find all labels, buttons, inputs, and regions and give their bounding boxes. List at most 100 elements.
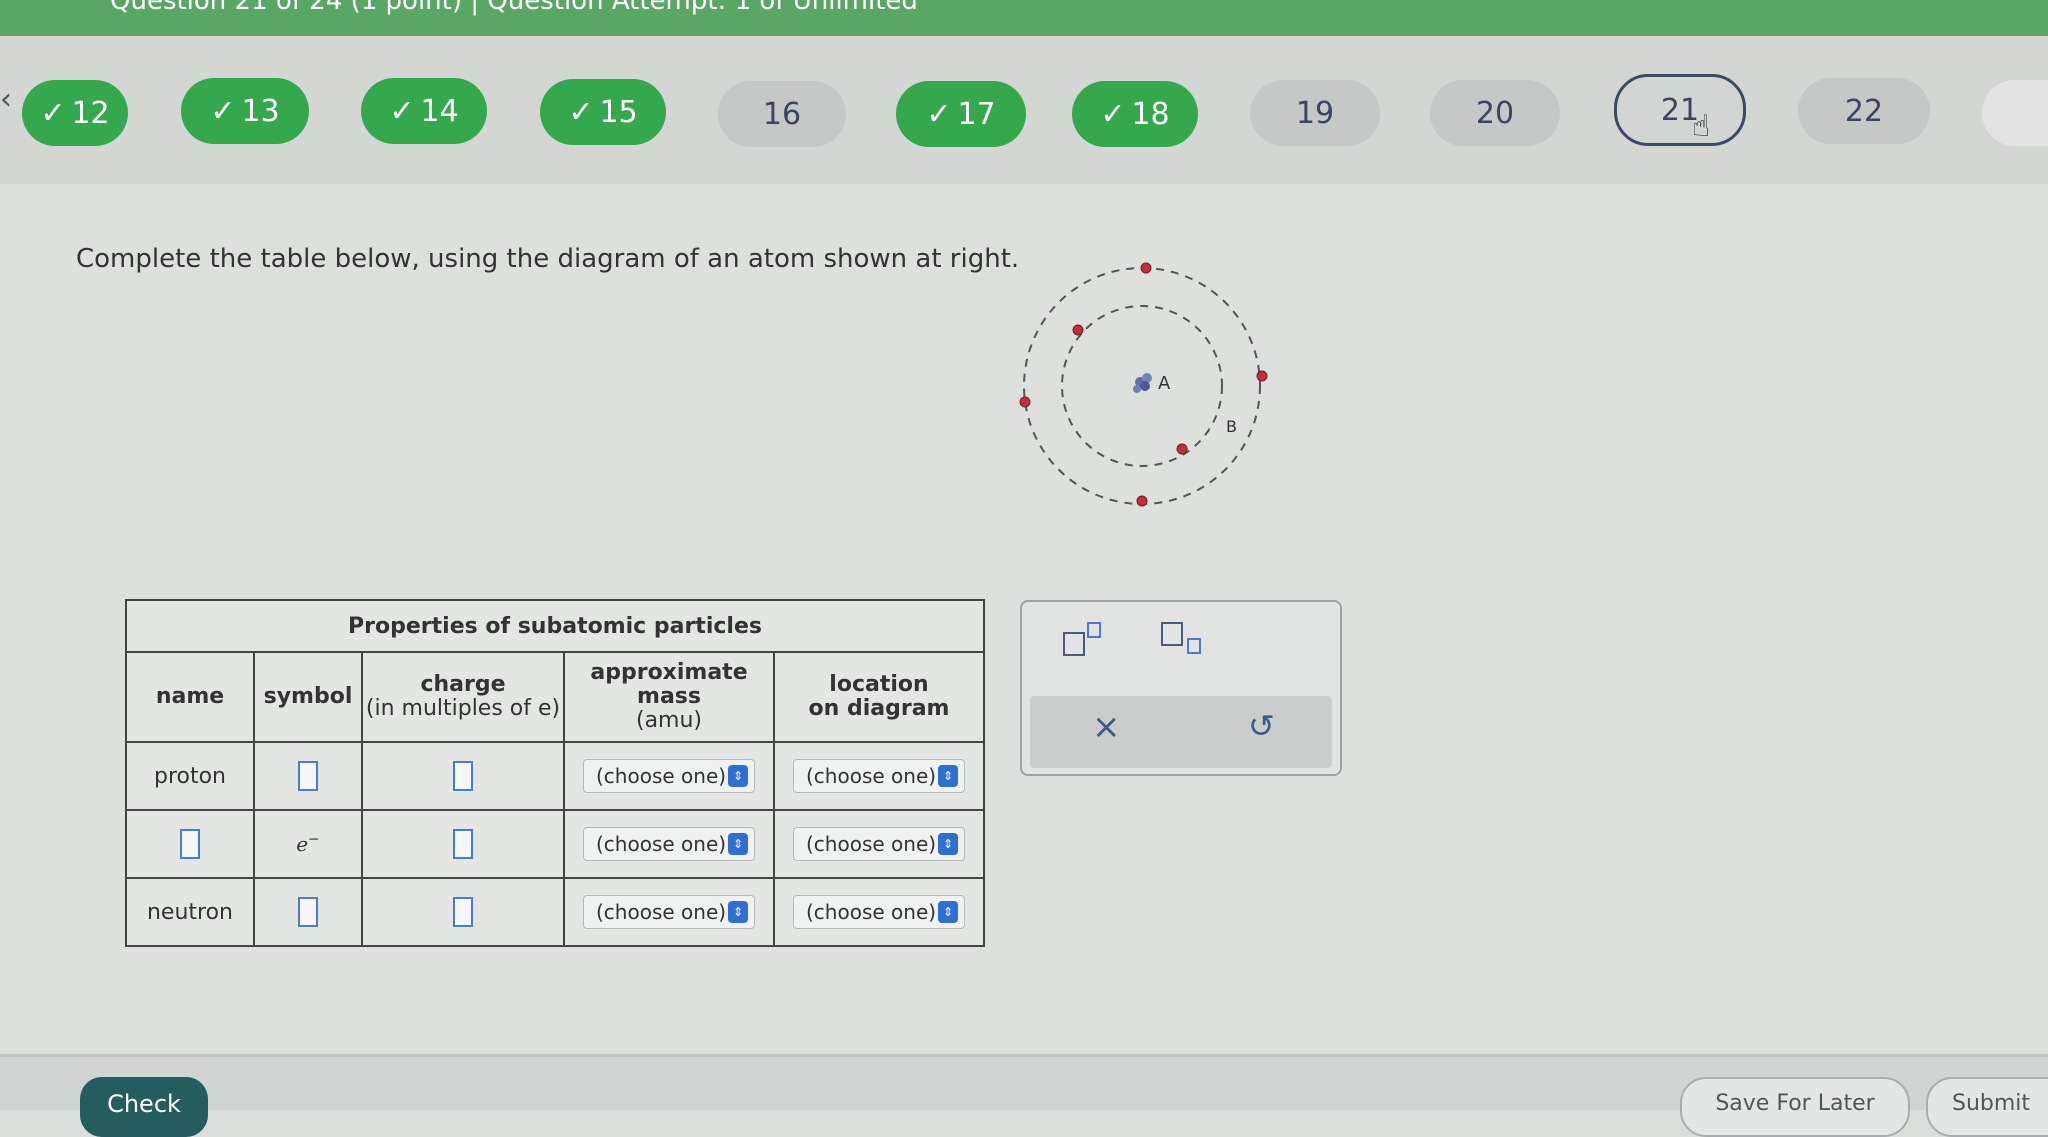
superscript-icon bbox=[1063, 622, 1101, 656]
symbol-input[interactable] bbox=[298, 897, 318, 927]
header-band: Question 21 of 24 (1 point) | Question A… bbox=[0, 0, 2048, 36]
select-value: (choose one) bbox=[806, 764, 937, 788]
electron bbox=[1256, 370, 1268, 382]
header-charge-title: charge bbox=[420, 671, 506, 697]
question-number: 20 bbox=[1475, 95, 1515, 131]
cell-location: (choose one) ⇕ bbox=[773, 741, 985, 811]
header-mass-line1: approximate bbox=[590, 659, 748, 685]
chevron-left-icon[interactable]: ‹ bbox=[0, 85, 12, 115]
question-number: 15 bbox=[599, 94, 638, 130]
select-arrows-icon: ⇕ bbox=[938, 833, 958, 855]
submit-button[interactable]: Submit bbox=[1926, 1077, 2048, 1137]
cell-name: neutron bbox=[125, 877, 255, 947]
mass-select[interactable]: (choose one) ⇕ bbox=[583, 827, 755, 861]
question-content: Complete the table below, using the diag… bbox=[0, 184, 2048, 1054]
undo-icon[interactable]: ↺ bbox=[1248, 710, 1275, 742]
check-button[interactable]: Check bbox=[80, 1077, 208, 1137]
question-pill-13[interactable]: ✓ 13 bbox=[181, 78, 309, 144]
select-arrows-icon: ⇕ bbox=[938, 765, 958, 787]
symbol-letter: e bbox=[296, 831, 309, 856]
question-instruction: Complete the table below, using the diag… bbox=[76, 244, 1020, 274]
question-pill-21[interactable]: 21 bbox=[1614, 74, 1746, 146]
check-icon: ✓ bbox=[926, 96, 952, 132]
charge-input[interactable] bbox=[453, 829, 473, 859]
question-pill-17[interactable]: ✓ 17 bbox=[896, 81, 1026, 147]
select-arrows-icon: ⇕ bbox=[728, 901, 748, 923]
table-row-electron: e− (choose one) ⇕ (choose one) ⇕ bbox=[125, 809, 985, 879]
question-number: 22 bbox=[1844, 93, 1884, 129]
header-charge-sub: (in multiples of e) bbox=[365, 696, 561, 721]
footer-bar: Check Save For Later Submit bbox=[0, 1054, 2048, 1137]
cell-charge bbox=[361, 741, 565, 811]
question-pill-14[interactable]: ✓ 14 bbox=[361, 78, 487, 144]
check-icon: ✓ bbox=[389, 93, 415, 129]
superscript-button[interactable] bbox=[1052, 614, 1112, 664]
subscript-button[interactable] bbox=[1152, 614, 1212, 664]
question-number: 14 bbox=[420, 93, 459, 129]
header-mass-line2: mass bbox=[637, 683, 701, 709]
question-number: 12 bbox=[71, 95, 110, 131]
select-arrows-icon: ⇕ bbox=[728, 765, 748, 787]
question-number: 16 bbox=[762, 96, 802, 132]
header-mass-line3: (amu) bbox=[635, 708, 703, 734]
location-select[interactable]: (choose one) ⇕ bbox=[793, 759, 965, 793]
tool-actions: × ↺ bbox=[1030, 696, 1332, 768]
question-pill-22[interactable]: 22 bbox=[1798, 78, 1930, 144]
cell-location: (choose one) ⇕ bbox=[773, 877, 985, 947]
question-header: Question 21 of 24 (1 point) | Question A… bbox=[110, 0, 918, 16]
atom-diagram: A B bbox=[1019, 262, 1268, 507]
question-pill-20[interactable]: 20 bbox=[1430, 80, 1560, 146]
subatomic-properties-table: Properties of subatomic particles name s… bbox=[125, 599, 985, 947]
select-value: (choose one) bbox=[806, 832, 937, 856]
select-value: (choose one) bbox=[596, 900, 727, 924]
electron bbox=[1136, 495, 1148, 507]
question-pill-19[interactable]: 19 bbox=[1250, 80, 1380, 146]
mass-select[interactable]: (choose one) ⇕ bbox=[583, 895, 755, 929]
symbol-input[interactable] bbox=[298, 761, 318, 791]
cell-symbol bbox=[253, 877, 363, 947]
cell-name bbox=[125, 809, 255, 879]
hand-cursor-icon: ☝ bbox=[1692, 109, 1711, 144]
cell-mass: (choose one) ⇕ bbox=[563, 877, 775, 947]
question-number: 19 bbox=[1295, 95, 1335, 131]
charge-input[interactable] bbox=[453, 761, 473, 791]
electron bbox=[1176, 443, 1188, 455]
charge-input[interactable] bbox=[453, 897, 473, 927]
mass-select[interactable]: (choose one) ⇕ bbox=[583, 759, 755, 793]
question-number: 17 bbox=[957, 96, 996, 132]
table-row-proton: proton (choose one) ⇕ (choose one) ⇕ bbox=[125, 741, 985, 811]
save-for-later-button[interactable]: Save For Later bbox=[1680, 1077, 1910, 1137]
question-pill-15[interactable]: ✓ 15 bbox=[540, 79, 666, 145]
header-symbol: symbol bbox=[253, 651, 363, 743]
header-mass: approximate mass (amu) bbox=[563, 651, 775, 743]
cell-name: proton bbox=[125, 741, 255, 811]
cell-location: (choose one) ⇕ bbox=[773, 809, 985, 879]
select-value: (choose one) bbox=[806, 900, 937, 924]
close-icon[interactable]: × bbox=[1092, 710, 1121, 744]
location-select[interactable]: (choose one) ⇕ bbox=[793, 827, 965, 861]
label-a: A bbox=[1158, 373, 1171, 394]
location-select[interactable]: (choose one) ⇕ bbox=[793, 895, 965, 929]
cell-symbol bbox=[253, 741, 363, 811]
select-value: (choose one) bbox=[596, 764, 727, 788]
select-arrows-icon: ⇕ bbox=[728, 833, 748, 855]
header-name: name bbox=[125, 651, 255, 743]
check-icon: ✓ bbox=[1100, 96, 1126, 132]
electron bbox=[1019, 396, 1031, 408]
header-location-line1: location bbox=[829, 671, 929, 697]
question-number: 18 bbox=[1131, 96, 1170, 132]
answer-tool-panel: × ↺ bbox=[1020, 600, 1342, 776]
cell-mass: (choose one) ⇕ bbox=[563, 741, 775, 811]
question-pill-18[interactable]: ✓ 18 bbox=[1072, 81, 1198, 147]
question-pill-12[interactable]: ✓ 12 bbox=[22, 80, 128, 146]
electron bbox=[1140, 262, 1152, 274]
name-input[interactable] bbox=[180, 829, 200, 859]
electron bbox=[1072, 324, 1084, 336]
check-icon: ✓ bbox=[568, 94, 594, 130]
cell-charge bbox=[361, 877, 565, 947]
question-pill-16[interactable]: 16 bbox=[718, 81, 846, 147]
label-b: B bbox=[1226, 417, 1237, 436]
cell-charge bbox=[361, 809, 565, 879]
nucleus bbox=[1133, 373, 1152, 393]
question-pill-partial[interactable] bbox=[1982, 80, 2048, 146]
